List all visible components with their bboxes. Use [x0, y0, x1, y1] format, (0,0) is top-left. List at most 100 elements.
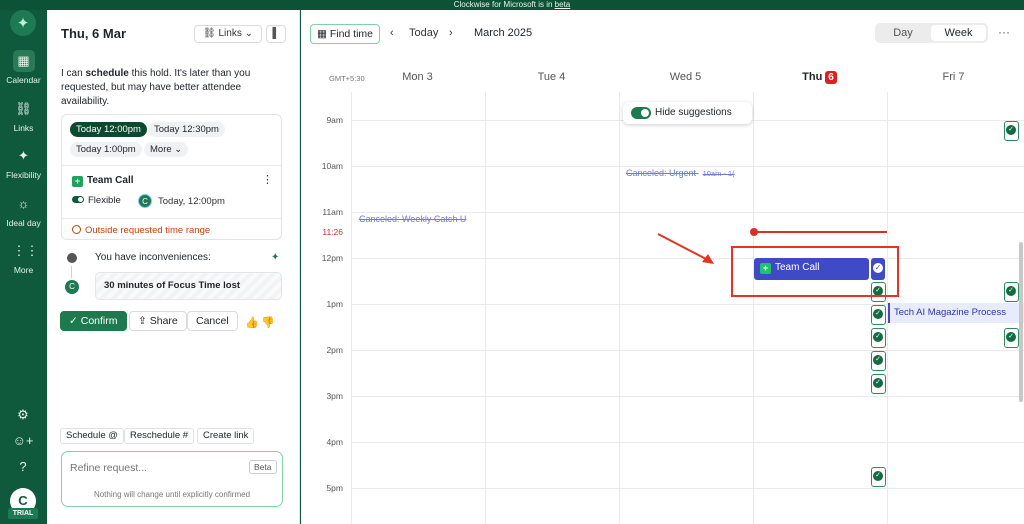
- beta-link[interactable]: beta: [555, 0, 571, 9]
- hour-label: 1pm: [326, 299, 343, 309]
- sidebar-toggle-icon[interactable]: ▌: [266, 25, 286, 43]
- share-button[interactable]: ⇪ Share: [129, 311, 187, 331]
- rail-item-more[interactable]: ⋮⋮ More: [0, 240, 47, 275]
- beta-badge: Beta: [249, 460, 277, 474]
- hour-label: 10am: [321, 161, 343, 171]
- rail-item-flexibility[interactable]: ✦ Flexibility: [0, 145, 47, 180]
- flexible-toggle[interactable]: Flexible: [72, 195, 121, 206]
- calendar-view: ▦ Find time ‹ Today › March 2025 Day Wee…: [301, 10, 1024, 524]
- hour-label: 11am: [322, 207, 343, 217]
- time-option-chip[interactable]: Today 12:30pm: [148, 122, 225, 137]
- grid-column-line: [619, 92, 620, 524]
- thumbs-down-icon[interactable]: 👎: [261, 316, 275, 329]
- hour-label: 3pm: [326, 391, 343, 401]
- refine-box: Beta Nothing will change until explicitl…: [61, 451, 283, 507]
- refine-input[interactable]: [70, 462, 230, 474]
- focus-check-icon[interactable]: [871, 328, 886, 348]
- inconvenience-item: 30 minutes of Focus Time lost: [95, 272, 282, 300]
- chevron-down-icon: ⌄: [174, 144, 183, 155]
- add-user-icon[interactable]: ☺+: [12, 430, 34, 452]
- focus-check-icon[interactable]: [1004, 282, 1019, 302]
- link-icon: ⛓: [15, 101, 32, 116]
- confirm-label: Confirm: [80, 315, 118, 327]
- flexible-label: Flexible: [88, 195, 121, 206]
- grid-hour-line: [351, 442, 1024, 443]
- focus-check-icon[interactable]: [1004, 328, 1019, 348]
- toggle-icon: [631, 107, 651, 119]
- rail-item-links[interactable]: ⛓ Links: [0, 98, 47, 133]
- canceled-event-time: 10am - 1(: [702, 169, 735, 178]
- find-time-button[interactable]: ▦ Find time: [310, 24, 381, 44]
- toggle-icon: [72, 196, 84, 203]
- cancel-button[interactable]: Cancel: [187, 311, 238, 331]
- event-title-text: Team Call: [87, 175, 134, 186]
- kebab-menu-icon[interactable]: ⋮: [262, 173, 273, 186]
- next-week-icon[interactable]: ›: [449, 27, 453, 39]
- hour-label: 9am: [326, 115, 343, 125]
- divider: [62, 165, 281, 166]
- assistant-message: I can schedule this hold. It's later tha…: [61, 67, 286, 109]
- time-option-chip[interactable]: Today 1:00pm: [70, 142, 142, 157]
- day-header: Wed 5: [669, 71, 702, 83]
- canceled-event[interactable]: Canceled: Urgent 10am - 1(: [626, 168, 751, 178]
- help-icon[interactable]: ?: [12, 456, 34, 478]
- hide-suggestions-label: Hide suggestions: [655, 107, 732, 118]
- rail-item-label: Links: [13, 123, 34, 133]
- today-button[interactable]: Today: [409, 27, 438, 39]
- rail-item-calendar[interactable]: ▦ Calendar: [0, 50, 47, 85]
- hide-suggestions-toggle[interactable]: Hide suggestions: [623, 102, 752, 124]
- attendee-avatar: C: [65, 280, 79, 294]
- reschedule-quick-action[interactable]: Reschedule #: [124, 428, 195, 444]
- warning-text: Outside requested time range: [85, 225, 211, 236]
- confirm-button[interactable]: ✓ Confirm: [60, 311, 127, 331]
- focus-check-icon[interactable]: [871, 305, 886, 325]
- focus-check-icon[interactable]: [871, 467, 886, 487]
- hour-label: 2pm: [326, 345, 343, 355]
- divider: [62, 218, 281, 219]
- thumbs-up-icon[interactable]: 👍: [245, 316, 259, 329]
- links-label: Links: [218, 28, 242, 39]
- find-time-label: Find time: [329, 28, 374, 40]
- time-option-chip[interactable]: Today 12:00pm: [70, 122, 147, 137]
- create-link-quick-action[interactable]: Create link: [197, 428, 255, 444]
- rail-item-label: Ideal day: [6, 218, 41, 228]
- hour-label: 5pm: [326, 483, 343, 493]
- settings-icon[interactable]: ⚙: [12, 404, 34, 426]
- scheduling-panel: Thu, 6 Mar ⛓ Links ⌄ ▌ I can schedule th…: [47, 10, 300, 524]
- connector-line: [71, 266, 72, 278]
- canceled-event-title: Canceled: Urgent: [626, 168, 697, 178]
- more-options-chip[interactable]: More ⌄: [144, 142, 189, 157]
- grid-hour-line: [351, 488, 1024, 489]
- message-bold: schedule: [85, 68, 129, 79]
- rail-item-ideal-day[interactable]: ☼ Ideal day: [0, 193, 47, 228]
- highlight-annotation: [731, 246, 899, 297]
- view-day-button[interactable]: Day: [875, 23, 931, 43]
- share-icon: ⇪: [138, 315, 147, 327]
- canceled-event[interactable]: Canceled: Weekly Catch U: [359, 214, 479, 224]
- attendee-avatar: C: [138, 194, 152, 208]
- prev-week-icon[interactable]: ‹: [390, 27, 394, 39]
- focus-check-icon[interactable]: [871, 374, 886, 394]
- sparkle-icon: ✦: [271, 252, 280, 263]
- arrow-annotation-icon: [657, 233, 714, 264]
- view-switcher: Day Week: [875, 23, 988, 43]
- inconvenience-heading: You have inconveniences:: [95, 252, 211, 263]
- hour-label: 4pm: [326, 437, 343, 447]
- grid-icon: ⋮⋮: [12, 243, 39, 258]
- clockwise-logo-icon[interactable]: ✦: [10, 10, 36, 36]
- link-icon: ⛓: [203, 28, 216, 39]
- schedule-quick-action[interactable]: Schedule @: [60, 428, 124, 444]
- grid-column-line: [351, 92, 352, 524]
- focus-check-icon[interactable]: [1004, 121, 1019, 141]
- day-header-today: Thu 6: [753, 71, 886, 84]
- focus-check-icon[interactable]: [871, 351, 886, 371]
- clock-warning-icon: [72, 225, 81, 234]
- calendar-event[interactable]: Tech AI Magazine Process: [888, 303, 1024, 323]
- view-week-button[interactable]: Week: [931, 25, 986, 41]
- today-badge: 6: [825, 71, 837, 84]
- links-button[interactable]: ⛓ Links ⌄: [194, 25, 263, 43]
- event-title: + Team Call: [72, 175, 134, 187]
- more-options-icon[interactable]: ···: [998, 25, 1010, 39]
- calendar-scrollbar[interactable]: [1019, 242, 1023, 402]
- calendar-icon: ▦: [12, 50, 35, 72]
